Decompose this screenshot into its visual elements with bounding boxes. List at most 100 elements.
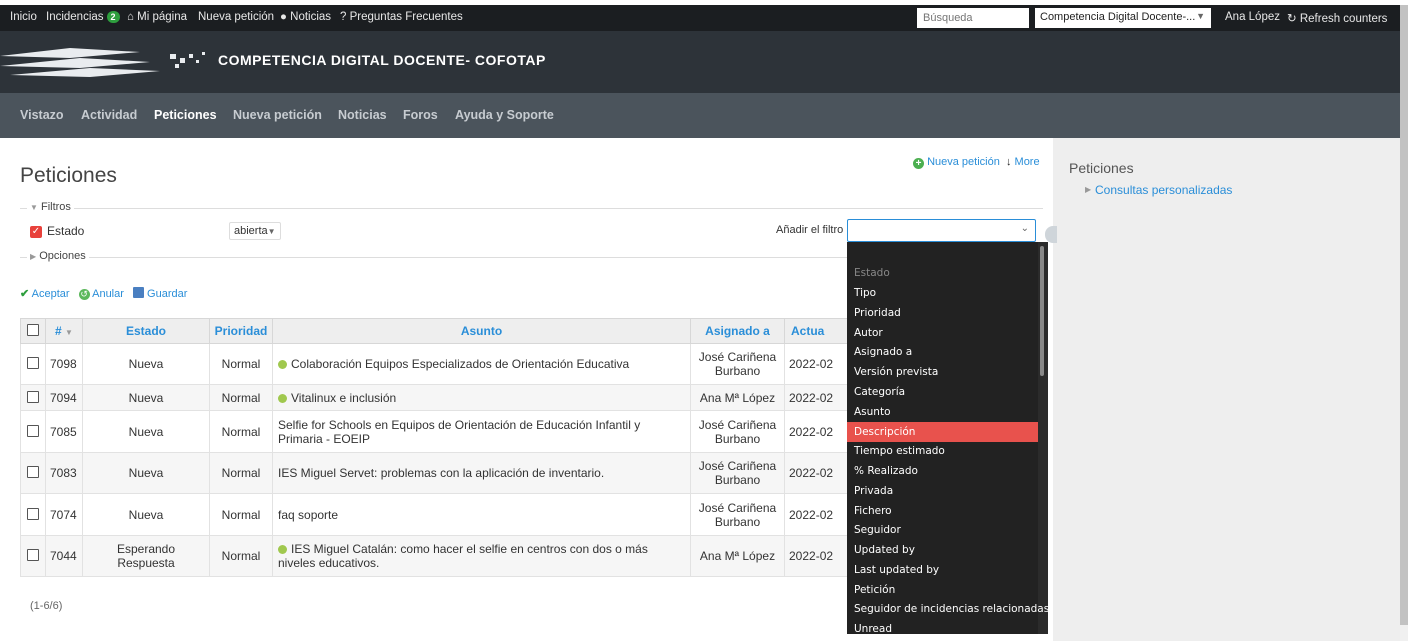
row-checkbox-cell[interactable] [20, 452, 46, 494]
filter-option-seguidor[interactable]: Seguidor [847, 520, 1038, 540]
issue-id[interactable]: 7074 [45, 493, 83, 536]
dropdown-scrollbar-thumb[interactable] [1040, 246, 1044, 376]
table-row[interactable]: 7098 Nueva Normal Colaboración Equipos E… [20, 343, 852, 385]
issue-asignado[interactable]: Ana Mª López [690, 384, 785, 411]
top-link-nueva-peticion[interactable]: Nueva petición [198, 11, 274, 23]
reload-icon: ↺ [78, 289, 90, 300]
add-filter-select[interactable]: ⌄ [847, 219, 1036, 242]
col-header-actualizado[interactable]: Actua [784, 318, 852, 344]
issue-asignado[interactable]: José Cariñena Burbano [690, 452, 785, 494]
col-header-asunto[interactable]: Asunto [272, 318, 691, 344]
table-row[interactable]: 7044 Esperando Respuesta Normal IES Migu… [20, 535, 852, 577]
project-jump-select[interactable]: Competencia Digital Docente-... ▼ [1035, 8, 1211, 28]
tab-noticias[interactable]: Noticias [338, 108, 387, 122]
save-button[interactable]: Guardar [132, 287, 187, 300]
issue-asignado[interactable]: José Cariñena Burbano [690, 343, 785, 385]
options-legend[interactable]: ▶ Opciones [27, 250, 89, 262]
filter-option-asunto[interactable]: Asunto [847, 402, 1038, 422]
issue-id[interactable]: 7094 [45, 384, 83, 411]
sidebar-toggle-button[interactable] [1045, 226, 1057, 243]
issue-asunto[interactable]: IES Miguel Servet: problemas con la apli… [272, 452, 691, 494]
filter-option-categoria[interactable]: Categoría [847, 382, 1038, 402]
issue-prioridad: Normal [209, 410, 273, 453]
row-checkbox-cell[interactable] [20, 493, 46, 536]
issue-asunto[interactable]: Colaboración Equipos Especializados de O… [272, 343, 691, 385]
row-checkbox-cell[interactable] [20, 410, 46, 453]
issue-id[interactable]: 7044 [45, 535, 83, 577]
tab-nueva-peticion[interactable]: Nueva petición [233, 108, 322, 122]
filter-option-fichero[interactable]: Fichero [847, 501, 1038, 521]
more-link[interactable]: ↓ More [1006, 156, 1040, 168]
issue-id[interactable]: 7085 [45, 410, 83, 453]
col-header-prioridad[interactable]: Prioridad [209, 318, 273, 344]
tab-ayuda-soporte[interactable]: Ayuda y Soporte [455, 108, 554, 122]
row-checkbox[interactable] [27, 357, 39, 369]
filter-option-descripcion[interactable]: Descripción [847, 422, 1038, 442]
row-checkbox[interactable] [27, 390, 39, 403]
col-header-estado[interactable]: Estado [82, 318, 210, 344]
issue-actualizado: 2022-02 [784, 410, 852, 453]
issue-asunto[interactable]: faq soporte [272, 493, 691, 536]
filter-option-asignado[interactable]: Asignado a [847, 342, 1038, 362]
row-checkbox[interactable] [27, 424, 39, 437]
filter-option-realizado[interactable]: % Realizado [847, 461, 1038, 481]
top-link-incidencias-label: Incidencias [46, 11, 104, 23]
row-checkbox[interactable] [27, 507, 39, 520]
col-header-id[interactable]: # ▼ [45, 318, 83, 344]
filter-option-autor[interactable]: Autor [847, 323, 1038, 343]
filter-option-tipo[interactable]: Tipo [847, 283, 1038, 303]
filter-option-prioridad[interactable]: Prioridad [847, 303, 1038, 323]
top-link-inicio[interactable]: Inicio [10, 11, 37, 23]
table-row[interactable]: 7083 Nueva Normal IES Miguel Servet: pro… [20, 452, 852, 494]
row-checkbox-cell[interactable] [20, 343, 46, 385]
estado-filter-checkbox[interactable]: ✓ [30, 226, 42, 238]
search-input[interactable] [917, 8, 1029, 28]
new-issue-link[interactable]: + Nueva petición [913, 156, 1000, 169]
row-checkbox[interactable] [27, 466, 39, 478]
row-checkbox[interactable] [27, 549, 39, 561]
scrollbar-thumb[interactable] [1400, 5, 1408, 625]
row-checkbox-cell[interactable] [20, 384, 46, 411]
col-header-asignado[interactable]: Asignado a [690, 318, 785, 344]
top-link-mi-pagina[interactable]: ⌂ Mi página [127, 11, 187, 23]
apply-button[interactable]: ✔ Aceptar [20, 288, 70, 300]
filter-option-updated-by[interactable]: Updated by [847, 540, 1038, 560]
sidebar-link-custom-queries[interactable]: Consultas personalizadas [1095, 183, 1232, 197]
issue-asunto[interactable]: Selfie for Schools en Equipos de Orienta… [272, 410, 691, 453]
table-row[interactable]: 7074 Nueva Normal faq soporte José Cariñ… [20, 493, 852, 536]
filter-option-peticion[interactable]: Petición [847, 580, 1038, 600]
issue-asignado[interactable]: Ana Mª López [690, 535, 785, 577]
filter-option-tiempo-estimado[interactable]: Tiempo estimado [847, 441, 1038, 461]
issue-asunto-text: Colaboración Equipos Especializados de O… [291, 357, 630, 371]
top-link-noticias[interactable]: ● Noticias [280, 11, 331, 23]
issue-asignado[interactable]: José Cariñena Burbano [690, 410, 785, 453]
table-row[interactable]: 7094 Nueva Normal Vitalinux e inclusión … [20, 384, 852, 411]
top-link-incidencias[interactable]: Incidencias 2 [46, 11, 120, 23]
filters-legend[interactable]: ▼ Filtros [27, 201, 74, 213]
filter-option-unread[interactable]: Unread [847, 619, 1038, 634]
add-filter-dropdown-list[interactable]: Estado Tipo Prioridad Autor Asignado a V… [847, 242, 1048, 634]
top-link-faq[interactable]: ? Preguntas Frecuentes [340, 11, 463, 23]
tab-actividad[interactable]: Actividad [81, 108, 137, 122]
issue-id[interactable]: 7083 [45, 452, 83, 494]
issue-id[interactable]: 7098 [45, 343, 83, 385]
select-all-checkbox[interactable] [27, 324, 39, 336]
tab-foros[interactable]: Foros [403, 108, 438, 122]
page-scrollbar[interactable] [1400, 5, 1408, 641]
refresh-counters-link[interactable]: ↻ Refresh counters [1287, 11, 1387, 25]
tab-vistazo[interactable]: Vistazo [20, 108, 64, 122]
filter-option-seguidor-relacionadas[interactable]: Seguidor de incidencias relacionadas [847, 599, 1048, 619]
select-all-checkbox-cell[interactable] [20, 318, 46, 344]
issue-asunto[interactable]: IES Miguel Catalán: como hacer el selfie… [272, 535, 691, 577]
issue-asunto[interactable]: Vitalinux e inclusión [272, 384, 691, 411]
tab-peticiones[interactable]: Peticiones [154, 108, 217, 122]
estado-operator-select[interactable]: abierta▼ [229, 222, 281, 240]
filter-option-privada[interactable]: Privada [847, 481, 1038, 501]
filter-option-version[interactable]: Versión prevista [847, 362, 1038, 382]
row-checkbox-cell[interactable] [20, 535, 46, 577]
table-row[interactable]: 7085 Nueva Normal Selfie for Schools en … [20, 410, 852, 453]
issue-asignado[interactable]: José Cariñena Burbano [690, 493, 785, 536]
user-link[interactable]: Ana López [1225, 11, 1280, 23]
clear-button[interactable]: ↺ Anular [78, 288, 124, 300]
filter-option-last-updated-by[interactable]: Last updated by [847, 560, 1038, 580]
